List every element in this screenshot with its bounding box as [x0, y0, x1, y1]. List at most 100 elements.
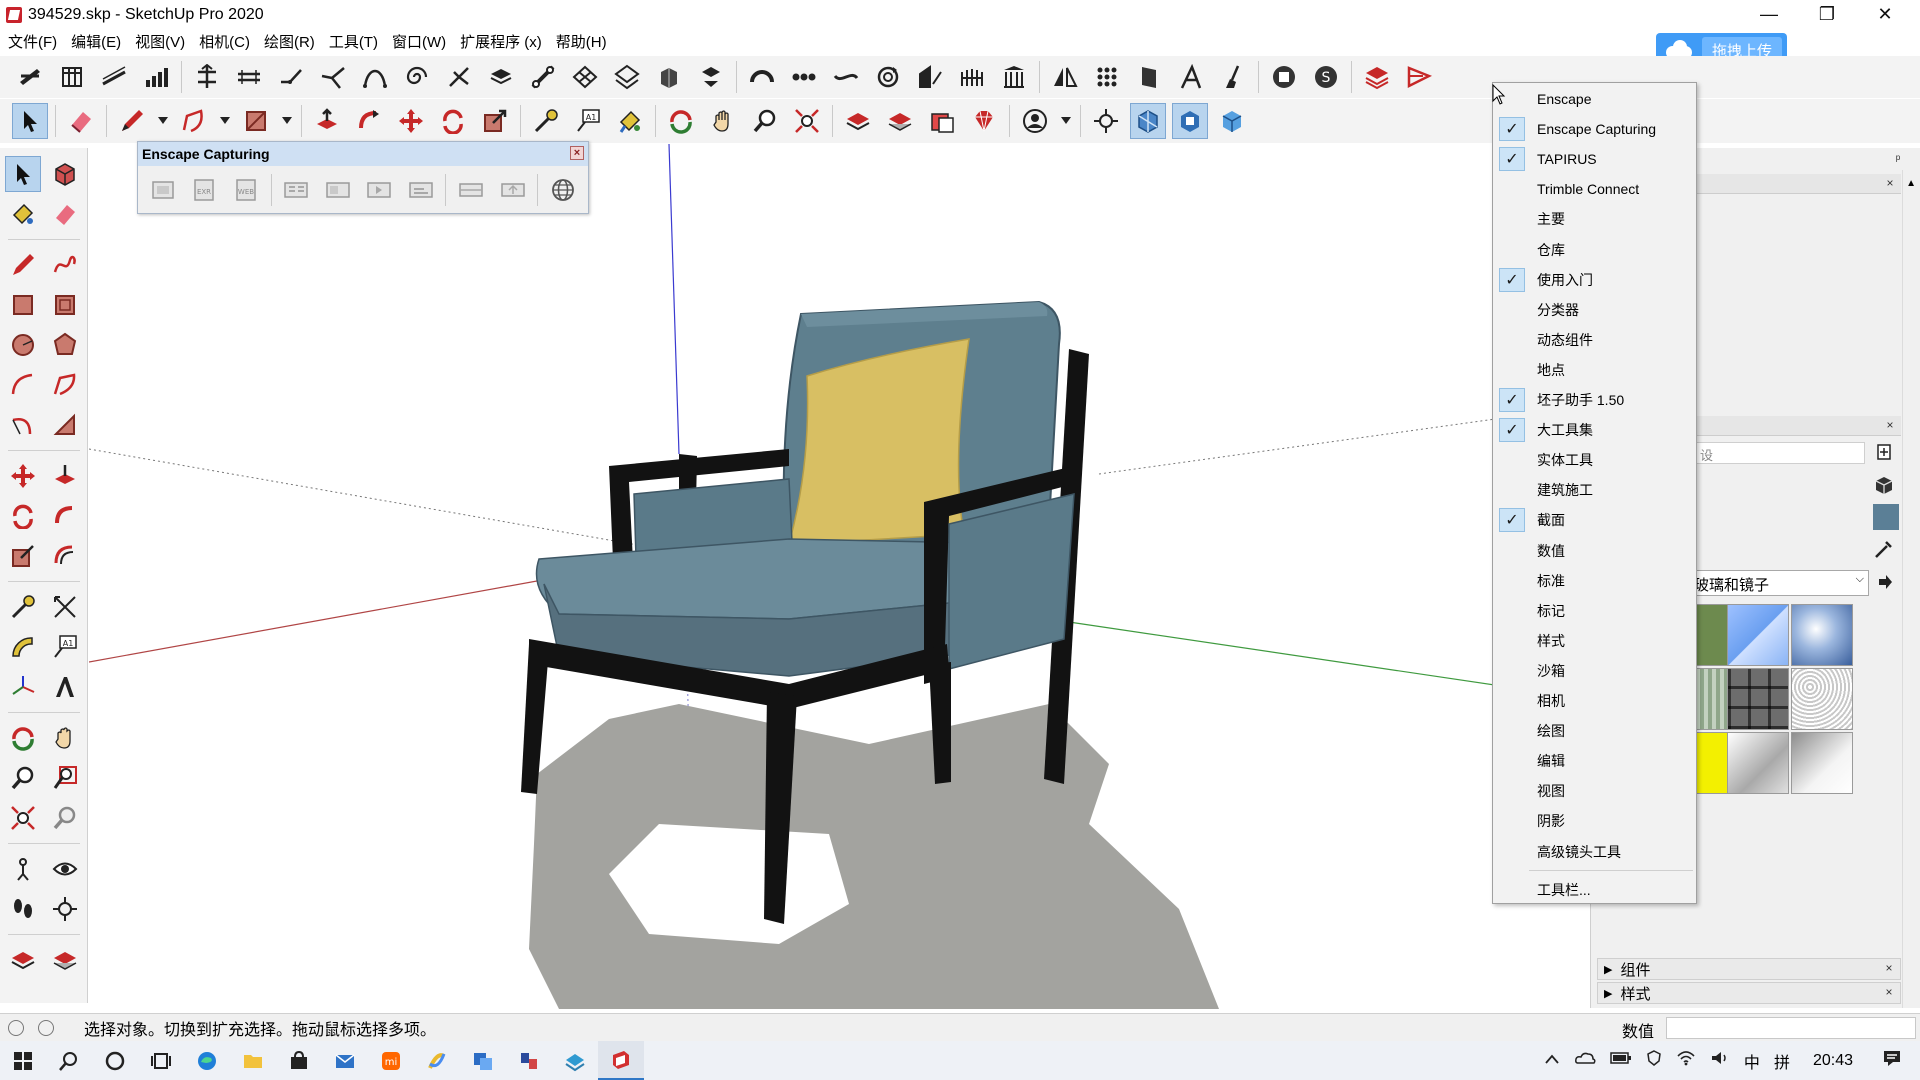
arc-tool-icon[interactable] — [176, 103, 212, 139]
share-component-icon[interactable] — [47, 942, 83, 978]
tray-panel-close-icon[interactable]: × — [1883, 176, 1897, 190]
paint-bucket-icon[interactable] — [5, 196, 41, 232]
chevron-down-icon[interactable] — [280, 103, 294, 139]
enscape-app-icon[interactable] — [552, 1041, 598, 1080]
restore-button[interactable]: ❐ — [1798, 0, 1856, 29]
lattice-tool-icon[interactable] — [609, 59, 645, 95]
plugin-s-icon[interactable]: S — [1308, 59, 1344, 95]
tape-measure-icon[interactable] — [5, 589, 41, 625]
extension-warehouse-icon[interactable] — [966, 103, 1002, 139]
align-tool-icon[interactable] — [189, 59, 225, 95]
details-arrow-icon[interactable] — [1875, 572, 1897, 594]
chevron-down-icon[interactable] — [156, 103, 170, 139]
enscape-close-icon[interactable]: × — [570, 146, 584, 160]
capture-exr-icon[interactable]: EXR — [187, 172, 223, 208]
columns-tool-icon[interactable] — [996, 59, 1032, 95]
orbit-tool-icon[interactable] — [5, 720, 41, 756]
two-point-arc-icon[interactable] — [47, 367, 83, 403]
upload-model-icon[interactable] — [924, 103, 960, 139]
soften-curve-icon[interactable] — [828, 59, 864, 95]
dimension-tool-icon[interactable] — [47, 589, 83, 625]
warehouse-icon[interactable] — [840, 103, 876, 139]
layers-stack-icon[interactable] — [1359, 59, 1395, 95]
volume-icon[interactable] — [1710, 1050, 1730, 1071]
look-around-icon[interactable] — [47, 851, 83, 887]
grid-mesh-icon[interactable] — [567, 59, 603, 95]
web-globe-icon[interactable] — [545, 172, 581, 208]
push-pull-icon[interactable] — [47, 458, 83, 494]
material-box-icon[interactable] — [1873, 474, 1897, 498]
spiral-tool-icon[interactable] — [399, 59, 435, 95]
menu-item-toolbar[interactable]: 分类器 — [1493, 296, 1696, 324]
measurements-input[interactable] — [1666, 1017, 1916, 1039]
menu-item-toolbar[interactable]: ✓ TAPIRUS — [1493, 145, 1696, 173]
menu-camera[interactable]: 相机(C) — [199, 31, 250, 52]
wifi-icon[interactable] — [1676, 1050, 1696, 1071]
three-point-arc-icon[interactable] — [5, 407, 41, 443]
menu-tools[interactable]: 工具(T) — [329, 31, 378, 52]
menu-item-toolbar[interactable]: 数值 — [1493, 537, 1696, 565]
eraser-icon[interactable] — [63, 103, 99, 139]
rectangle-tool-icon[interactable] — [238, 103, 274, 139]
split-lines-icon[interactable] — [315, 59, 351, 95]
scale-tool-icon[interactable] — [477, 103, 513, 139]
capture-web-icon[interactable]: WEB — [228, 172, 264, 208]
material-swatch-mirror[interactable] — [1791, 732, 1853, 794]
menu-item-toolbar[interactable]: 视图 — [1493, 777, 1696, 805]
tape-measure-icon[interactable] — [528, 103, 564, 139]
search-icon[interactable] — [46, 1041, 92, 1080]
mirror-tool-icon[interactable] — [1047, 59, 1083, 95]
close-button[interactable]: ✕ — [1856, 0, 1914, 29]
menu-item-toolbar[interactable]: 地点 — [1493, 356, 1696, 384]
menu-item-toolbar[interactable]: 绘图 — [1493, 717, 1696, 745]
select-tool-icon[interactable] — [5, 156, 41, 192]
rotate-tool-icon[interactable] — [435, 103, 471, 139]
section-plane-icon[interactable] — [1130, 103, 1166, 139]
onedrive-cloud-icon[interactable] — [1574, 1051, 1596, 1070]
pie-tool-icon[interactable] — [47, 407, 83, 443]
menu-item-toolbar[interactable]: 标记 — [1493, 597, 1696, 625]
pipe-tool-icon[interactable] — [525, 59, 561, 95]
material-swatch-sky-mirror[interactable] — [1791, 604, 1853, 666]
zoom-extents-icon[interactable] — [789, 103, 825, 139]
arc-tool-icon[interactable] — [5, 367, 41, 403]
freehand-icon[interactable] — [47, 247, 83, 283]
move-tool-icon[interactable] — [5, 458, 41, 494]
rotate-array-icon[interactable] — [870, 59, 906, 95]
material-swatch-blue-glass[interactable] — [1727, 604, 1789, 666]
warehouse-icon[interactable] — [5, 942, 41, 978]
menu-item-toolbar[interactable]: 样式 — [1493, 627, 1696, 655]
solid-box-icon[interactable] — [651, 59, 687, 95]
menu-item-toolbar[interactable]: 沙箱 — [1493, 657, 1696, 685]
position-camera-icon[interactable] — [5, 851, 41, 887]
menu-item-toolbar[interactable]: ✓ 使用入门 — [1493, 266, 1696, 294]
join-lines-icon[interactable] — [273, 59, 309, 95]
3d-text-icon[interactable] — [47, 669, 83, 705]
menu-item-toolbar[interactable]: 阴影 — [1493, 807, 1696, 835]
door-tool-icon[interactable] — [1131, 59, 1167, 95]
zoom-window-icon[interactable] — [47, 760, 83, 796]
capture-screenshot-icon[interactable] — [145, 172, 181, 208]
credits-info-icon[interactable] — [38, 1019, 54, 1036]
tray-section-components[interactable]: ▶ 组件 × — [1597, 958, 1901, 980]
protractor-icon[interactable] — [5, 629, 41, 665]
chain-tool-icon[interactable] — [786, 59, 822, 95]
user-account-icon[interactable] — [1017, 103, 1053, 139]
distribute-tool-icon[interactable] — [231, 59, 267, 95]
rotate-tool-icon[interactable] — [5, 498, 41, 534]
security-shield-icon[interactable] — [1646, 1050, 1662, 1071]
material-collection-select[interactable]: 玻璃和镜子 ⌵ — [1691, 570, 1869, 596]
notifications-icon[interactable] — [1882, 1049, 1902, 1072]
pencil-line-icon[interactable] — [5, 247, 41, 283]
export-standalone-icon[interactable] — [403, 172, 439, 208]
menu-item-toolbar[interactable]: ✓ 大工具集 — [1493, 416, 1696, 444]
position-camera-icon[interactable] — [1088, 103, 1124, 139]
eyedropper-icon[interactable] — [1873, 538, 1897, 562]
scale-tool-icon[interactable] — [5, 538, 41, 574]
menu-item-toolbar[interactable]: 主要 — [1493, 205, 1696, 233]
menu-item-toolbar[interactable]: 相机 — [1493, 687, 1696, 715]
tray-section-close-icon[interactable]: × — [1882, 961, 1896, 975]
previous-view-icon[interactable] — [47, 800, 83, 836]
material-swatch-frosted[interactable] — [1791, 668, 1853, 730]
menu-view[interactable]: 视图(V) — [135, 31, 185, 52]
